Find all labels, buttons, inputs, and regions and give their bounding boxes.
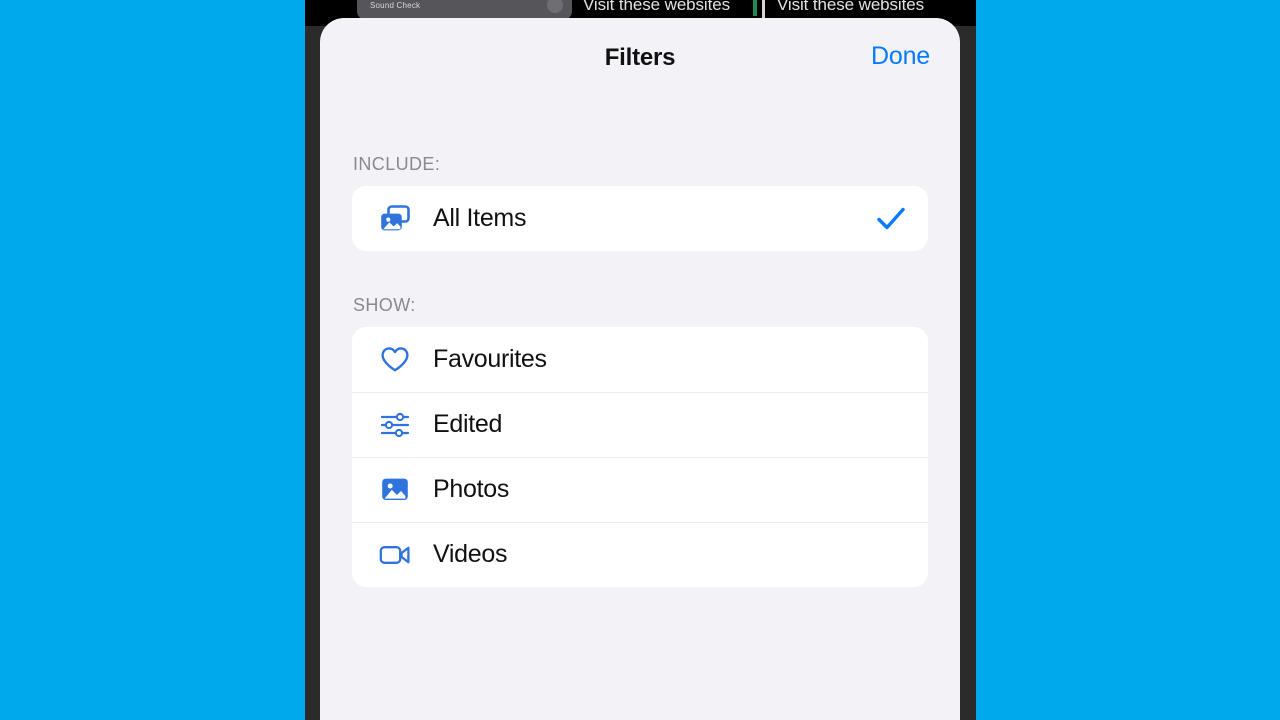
filter-row-edited[interactable]: Edited bbox=[352, 392, 928, 457]
background-websites-label-1: Visit these websites bbox=[583, 0, 730, 14]
filter-row-photos[interactable]: Photos bbox=[352, 457, 928, 522]
done-button[interactable]: Done bbox=[871, 42, 930, 71]
filter-row-videos[interactable]: Videos bbox=[352, 522, 928, 587]
background-sound-check-label: Sound Check bbox=[370, 0, 421, 10]
section-header-show: SHOW: bbox=[353, 295, 416, 315]
video-camera-icon bbox=[378, 540, 412, 570]
page-title: Filters bbox=[604, 44, 676, 71]
stacked-photos-icon bbox=[378, 204, 412, 234]
screen: Sound Check Visit these websites Visit t… bbox=[0, 0, 1280, 720]
filter-label-videos: Videos bbox=[433, 540, 508, 568]
section-show: SHOW: Favourites Edited Photos Videos bbox=[320, 295, 960, 587]
background-websites-label-2: Visit these websites bbox=[777, 0, 924, 14]
show-card: Favourites Edited Photos Videos bbox=[352, 327, 928, 587]
filters-sheet: Filters Done INCLUDE: All Items SHOW: Fa… bbox=[320, 18, 960, 720]
heart-icon bbox=[378, 345, 412, 375]
background-green-divider bbox=[753, 0, 757, 16]
filter-row-favourites[interactable]: Favourites bbox=[352, 327, 928, 392]
sliders-icon bbox=[378, 410, 412, 440]
section-include: INCLUDE: All Items bbox=[320, 154, 960, 251]
photo-icon bbox=[378, 475, 412, 505]
filter-label-favourites: Favourites bbox=[433, 345, 547, 373]
filter-label-edited: Edited bbox=[433, 410, 503, 438]
filter-label-all-items: All Items bbox=[433, 204, 527, 232]
background-toggle-switch bbox=[547, 0, 563, 13]
include-card: All Items bbox=[352, 186, 928, 251]
checkmark-icon bbox=[876, 206, 906, 232]
filter-label-photos: Photos bbox=[433, 475, 510, 503]
filter-row-all-items[interactable]: All Items bbox=[352, 186, 928, 251]
background-sound-check-row: Sound Check bbox=[357, 0, 572, 20]
background-grey-divider bbox=[762, 0, 765, 19]
sheet-header: Filters Done bbox=[320, 18, 960, 96]
section-header-include: INCLUDE: bbox=[353, 154, 441, 174]
